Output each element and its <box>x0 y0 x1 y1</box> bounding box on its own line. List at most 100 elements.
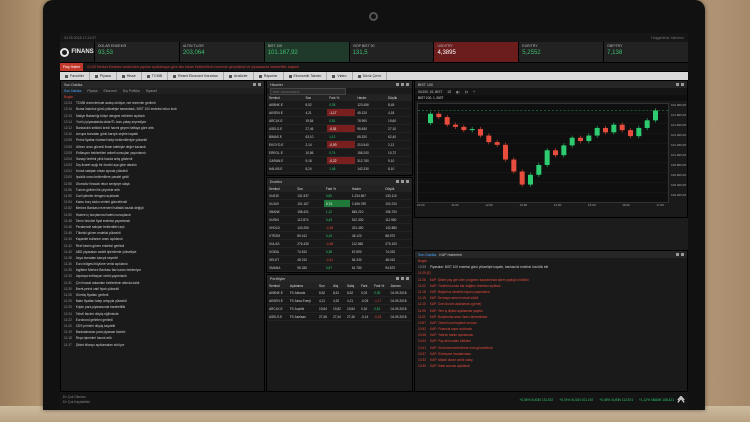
menu-item[interactable]: TCMB <box>142 72 168 80</box>
chart-symbol[interactable]: XU100, 1S, BIST <box>418 90 442 94</box>
table-row[interactable]: XELKT 48.210 -0,41 54.330 48.010 <box>267 255 412 264</box>
table-row[interactable]: AKBNK.E FX Akbank 8,52 8,51 8,52 0,03 0,35 04.0… <box>267 289 412 297</box>
column-header[interactable]: Düşük <box>386 94 412 101</box>
table-row[interactable]: XULAS 276.430 -0,66 112.560 275.100 <box>267 239 412 248</box>
close-icon[interactable] <box>406 82 409 86</box>
ticker-item[interactable]: VİOP BİST 30 131,5 <box>348 42 434 62</box>
scroll-top-icon[interactable] <box>677 396 685 404</box>
menu-item[interactable]: Resmi Ekonomi Kararları <box>168 72 224 80</box>
filter-icon[interactable] <box>396 276 399 280</box>
column-header[interactable]: Son <box>303 94 328 101</box>
ticker-item[interactable]: GBP/TRY 7,138 <box>603 42 688 62</box>
welcome-text[interactable]: Hoşgeldiniz Yatırımcı <box>651 36 684 40</box>
compare-icon[interactable]: + <box>473 90 475 94</box>
column-header[interactable]: Fark % <box>327 94 356 101</box>
table-row[interactable]: BIMAS.E 63,10 1,12 65.320 62,40 <box>267 132 412 141</box>
column-header[interactable]: Düşük <box>383 185 412 192</box>
filter-icon[interactable] <box>396 82 399 86</box>
flash-news-text[interactable]: 01:00 Merkez Bankası tarafından yapılan … <box>87 65 299 69</box>
table-row[interactable]: ISCTR.E6,42-0,31189.6606,38 <box>267 172 412 175</box>
column-header[interactable]: Sembol <box>267 94 304 101</box>
menu-item[interactable]: Döviz Çevir <box>353 72 387 80</box>
column-header[interactable]: Açıklama <box>287 282 317 289</box>
close-icon[interactable] <box>406 276 409 280</box>
column-header[interactable]: Hacim <box>355 94 387 101</box>
announcements-title[interactable]: Son Dakika <box>418 253 436 257</box>
menu-item[interactable]: Piyasa <box>90 72 117 80</box>
table-row[interactable]: ARCLK.E 19,84 0,81 78.900 19,60 <box>267 116 412 125</box>
bottom-ticker[interactable]: +0,74% XU100 101.167 <box>559 398 593 402</box>
table-row[interactable]: XGIDA 74.510 0,38 67.890 74.020 <box>267 247 412 256</box>
table-row[interactable]: XBANK 158.421 1,12 845.210 156.700 <box>267 207 412 216</box>
menu-item[interactable]: Ekonomik Takvim <box>284 72 328 80</box>
news-item[interactable]: 11:17 Şirket bilanço açıklamaları sürüyor <box>61 342 264 348</box>
filter-icon[interactable] <box>676 252 679 256</box>
close-icon[interactable] <box>406 179 409 183</box>
chart-type-icon[interactable]: ▮▯ <box>456 90 460 94</box>
column-header[interactable]: Alış <box>330 282 345 289</box>
column-header[interactable]: Son <box>295 185 324 192</box>
news-tab[interactable]: Ekonomi <box>104 89 117 93</box>
maximize-icon[interactable] <box>676 82 679 86</box>
table-row[interactable]: XUSIN 112.874 0,43 512.330 111.960 <box>267 215 412 224</box>
news-tab[interactable]: Siyaset <box>146 89 157 93</box>
table-row[interactable]: XU100 101.167 0,74 2.456.789 100.210 <box>267 199 412 208</box>
indicators-button[interactable]: ƒx <box>465 90 468 94</box>
column-header[interactable]: Son <box>316 282 331 289</box>
menu-item[interactable]: Hisse <box>117 72 142 80</box>
bottom-ticker[interactable]: +0,35% XU030 131.537 <box>519 398 553 402</box>
menu-item[interactable]: Raporlar <box>254 72 284 80</box>
table-row[interactable]: ASELS.E FX Aselsan 27,46 27,44 27,46 -0,14 -0,… <box>267 312 412 321</box>
column-header[interactable]: Zaman <box>388 282 412 289</box>
chart-interval-button[interactable]: 1S <box>447 90 451 94</box>
table-row[interactable]: EKGYO.E 2,14 -0,93 210.540 2,12 <box>267 140 412 149</box>
settings-icon[interactable] <box>401 82 404 86</box>
column-header[interactable]: Hacim <box>349 185 384 192</box>
table-row[interactable]: AKSEN.E 4,21 -1,17 45.120 4,18 <box>267 108 412 117</box>
table-row[interactable]: ARCLK.E FX Arçelik 19,84 19,82 19,84 0,16 0,81… <box>267 304 412 313</box>
bottom-ticker[interactable]: +0,45% XUSIN 112.874 <box>599 398 633 402</box>
news-tab[interactable]: Son Dakika <box>64 89 81 93</box>
table-row[interactable]: XHOLD 143.205 -0,28 321.450 142.880 <box>267 223 412 232</box>
close-icon[interactable] <box>681 82 684 86</box>
column-header[interactable]: Fark % <box>372 282 389 289</box>
column-header[interactable]: Fark % <box>323 185 350 192</box>
column-header[interactable]: Satış <box>344 282 359 289</box>
table-row[interactable]: HALKB.E 8,24 1,48 142.330 8,10 <box>267 164 412 173</box>
bottom-ticker[interactable]: +1,12% XBANK 158.421 <box>639 398 674 402</box>
settings-icon[interactable] <box>401 179 404 183</box>
table-row[interactable]: XMANA 95.330 0,57 61.780 94.870 <box>267 263 412 272</box>
table-row[interactable]: XTRZM 89.412 0,15 45.120 88.970 <box>267 231 412 240</box>
table-row[interactable]: GARAN.E 9,18 -0,22 312.780 9,10 <box>267 156 412 165</box>
table-row[interactable]: EREGL.E 10,86 0,74 156.200 10,72 <box>267 148 412 157</box>
ticker-item[interactable]: DOLAR ENDEKSİ 93,53 <box>94 42 179 62</box>
chart-area[interactable] <box>417 103 669 203</box>
most-saved-link[interactable]: En Çok Kaydedilen <box>63 400 90 405</box>
menu-item[interactable]: Analizler <box>224 72 254 80</box>
price-chart[interactable] <box>418 104 668 202</box>
table-row[interactable]: XU030 131.537 0,80 1.234.567 130.110 <box>267 192 412 200</box>
kap-tab[interactable]: KAP Haberleri <box>439 253 462 257</box>
announcement-item[interactable]: 10:30 KAP: İhale sonucu açıklandı <box>415 363 687 369</box>
column-header[interactable]: Sembol <box>267 185 296 192</box>
news-tab[interactable]: Dış Politika <box>123 89 140 93</box>
menu-item[interactable]: Video <box>327 72 353 80</box>
filter-icon[interactable] <box>253 82 256 86</box>
table-row[interactable]: ASELS.E 27,46 -0,51 98.450 27,10 <box>267 124 412 133</box>
filter-icon[interactable] <box>396 179 399 183</box>
close-icon[interactable] <box>258 82 261 86</box>
table-row[interactable]: AKSEN.E FX Aksa Enerji 4,21 4,20 4,21 -0,05 -1… <box>267 296 412 305</box>
news-tab[interactable]: Piyasa <box>87 89 97 93</box>
ticker-item[interactable]: ALTIN TL/GR 203,064 <box>178 42 264 62</box>
column-header[interactable]: Sembol <box>267 282 288 289</box>
ticker-item[interactable]: USD/TRY 4,3895 <box>433 42 519 62</box>
table-row[interactable]: AKBNK.E 8,52 0,35 123.456 8,45 <box>267 101 412 109</box>
brand-logo[interactable]: FINANS <box>60 42 94 62</box>
flash-news-tag[interactable]: Flaş Haber <box>60 63 84 71</box>
settings-icon[interactable] <box>401 276 404 280</box>
ticker-item[interactable]: BIST 100 101.167,92 <box>263 42 349 62</box>
ticker-item[interactable]: EUR/TRY 5,2552 <box>518 42 604 62</box>
close-icon[interactable] <box>681 252 684 256</box>
menu-item[interactable]: Favoriler <box>60 72 90 80</box>
column-header[interactable]: Fark <box>358 282 373 289</box>
